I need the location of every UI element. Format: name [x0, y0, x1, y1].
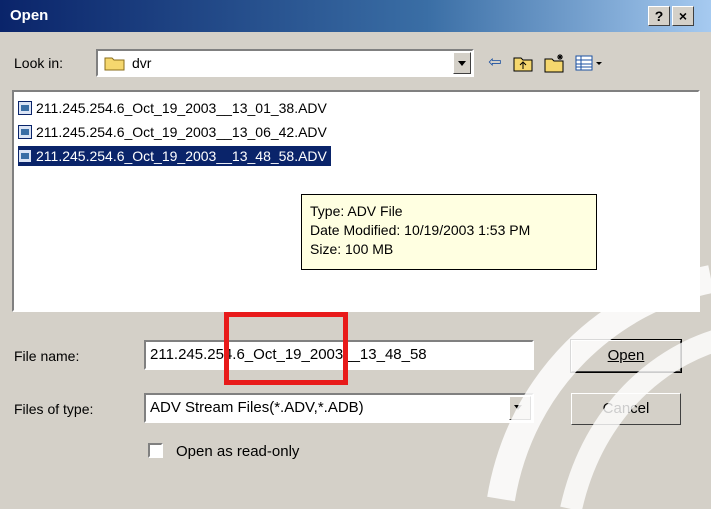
list-item[interactable]: 211.245.254.6_Oct_19_2003__13_01_38.ADV	[18, 98, 331, 118]
list-item[interactable]: 211.245.254.6_Oct_19_2003__13_06_42.ADV	[18, 122, 331, 142]
file-type-select[interactable]: ADV Stream Files(*.ADV,*.ADB)	[144, 393, 534, 423]
file-type-dropdown-arrow[interactable]	[509, 396, 531, 420]
read-only-checkbox[interactable]	[148, 443, 163, 458]
tooltip-size: Size: 100 MB	[310, 241, 394, 257]
window-title: Open	[10, 7, 49, 24]
tooltip-date-modified: Date Modified: 10/19/2003 1:53 PM	[310, 222, 531, 238]
file-info-tooltip: Type: ADV File Date Modified: 10/19/2003…	[301, 194, 597, 270]
new-folder-icon[interactable]	[544, 52, 566, 74]
list-item-selected[interactable]: 211.245.254.6_Oct_19_2003__13_48_58.ADV	[17, 145, 332, 167]
file-type-value: ADV Stream Files(*.ADV,*.ADB)	[150, 399, 364, 416]
highlight-annotation-box	[224, 312, 348, 385]
look-in-label: Look in:	[14, 55, 64, 71]
file-name-label: File name:	[14, 348, 80, 364]
view-menu-icon[interactable]	[574, 52, 604, 74]
read-only-label: Open as read-only	[176, 443, 300, 460]
folder-icon	[104, 55, 126, 71]
tooltip-type: Type: ADV File	[310, 203, 403, 219]
file-type-label: Files of type:	[14, 401, 94, 417]
look-in-value: dvr	[132, 55, 152, 71]
look-in-combo[interactable]: dvr	[96, 49, 474, 77]
adv-file-icon	[18, 101, 32, 115]
adv-file-icon	[18, 149, 32, 163]
look-in-dropdown-arrow[interactable]	[453, 52, 471, 74]
open-button[interactable]: Open	[570, 339, 682, 373]
cancel-button[interactable]: Cancel	[571, 393, 681, 425]
adv-file-icon	[18, 125, 32, 139]
back-icon[interactable]: ⇦	[484, 52, 506, 74]
title-bar[interactable]: Open ? ×	[0, 0, 711, 32]
close-button[interactable]: ×	[672, 6, 694, 26]
help-button[interactable]: ?	[648, 6, 670, 26]
up-folder-icon[interactable]	[512, 52, 534, 74]
